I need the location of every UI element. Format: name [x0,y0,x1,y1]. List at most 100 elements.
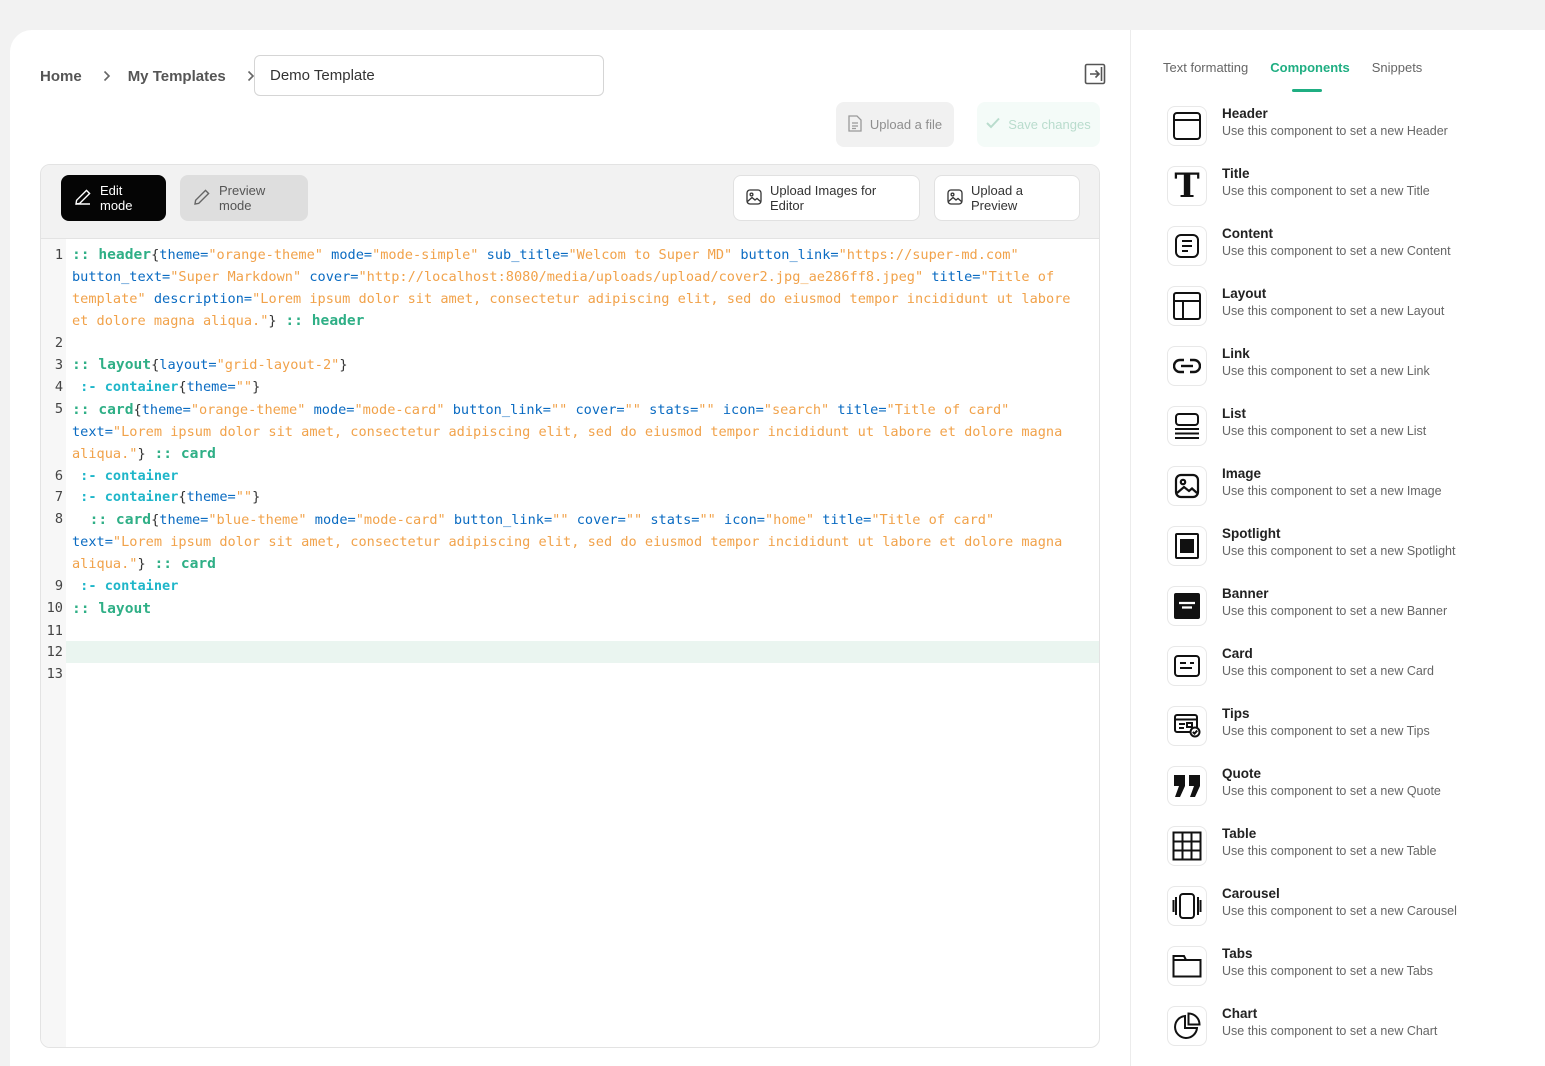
component-content[interactable]: Content Use this component to set a new … [1167,226,1527,274]
code-token: title= [829,402,887,418]
exit-icon[interactable] [1083,62,1107,86]
code-token: "" [624,402,641,418]
code-token: "orange-theme" [190,402,306,418]
breadcrumb-my-templates[interactable]: My Templates [128,68,226,85]
component-quote[interactable]: Quote Use this component to set a new Qu… [1167,766,1527,814]
image-icon [1167,466,1207,506]
code-token: "" [625,512,643,528]
component-card[interactable]: Card Use this component to set a new Car… [1167,646,1527,694]
code-area[interactable]: 1 2 3 4 5 6 7 8 9 10 11 12 13 :: header{… [41,239,1099,1047]
app-page: Home My Templates Upload a file [10,30,1545,1066]
component-carousel[interactable]: Carousel Use this component to set a new… [1167,886,1527,934]
upload-file-button[interactable]: Upload a file [836,102,954,147]
code-token: } [268,313,277,329]
components-sidebar: Text formatting Components Snippets Head… [1130,30,1545,1066]
component-tips[interactable]: Tips Use this component to set a new Tip… [1167,706,1527,754]
line-number: 4 [54,379,63,395]
line-number: 1 [54,247,63,263]
component-desc: Use this component to set a new Tips [1222,724,1430,738]
code-token: icon= [714,402,764,418]
code-token: } [339,357,348,373]
component-layout[interactable]: Layout Use this component to set a new L… [1167,286,1527,334]
component-banner[interactable]: Banner Use this component to set a new B… [1167,586,1527,634]
markdown-editor: Edit mode Preview mode Upload Images for… [40,164,1100,1048]
code-token: "Title of [980,269,1055,285]
line-number: 9 [54,578,63,594]
code-token: "" [552,512,569,528]
component-desc: Use this component to set a new Image [1222,484,1442,498]
image-icon [947,188,963,208]
component-desc: Use this component to set a new Layout [1222,304,1445,318]
line-number: 8 [54,511,63,527]
component-desc: Use this component to set a new Link [1222,364,1430,378]
code-token: aliqua." [72,446,138,462]
component-desc: Use this component to set a new Banner [1222,604,1448,618]
code-token: :: header [276,312,365,329]
code-token: "" [699,512,716,528]
component-table[interactable]: Table Use this component to set a new Ta… [1167,826,1527,874]
line-number: 12 [46,644,63,660]
component-chart[interactable]: Chart Use this component to set a new Ch… [1167,1006,1527,1054]
upload-preview-label: Upload a Preview [971,183,1024,213]
code-token: "https://super-md.com" [838,247,1019,263]
component-name: Content [1222,226,1273,241]
upload-preview-button[interactable]: Upload a Preview [934,175,1080,221]
code-line: :- container{theme=""} [72,376,260,398]
code-token: :: layout [72,600,152,617]
code-token: "search" [763,402,830,418]
active-line-highlight [66,641,1099,663]
code-token: "mode-card" [354,402,445,418]
edit-mode-button[interactable]: Edit mode [61,175,166,221]
upload-images-button[interactable]: Upload Images for Editor [733,175,920,221]
code-token: :: card [72,511,152,528]
breadcrumb-home[interactable]: Home [40,68,82,85]
preview-mode-label: Preview mode [219,183,266,213]
code-token: theme= [159,512,209,528]
tabs-icon [1167,946,1207,986]
code-token: icon= [715,512,765,528]
code-token: } [252,489,261,505]
code-token: "Welcom to Super MD" [568,247,733,263]
component-header[interactable]: Header Use this component to set a new H… [1167,106,1527,154]
line-number: 13 [46,666,63,682]
code-token: "Lorem ipsum dolor sit amet, consectetur… [252,291,1071,307]
component-name: Layout [1222,286,1267,301]
code-token: button_link= [445,512,553,528]
code-token: "Title of card" [871,512,995,528]
component-list[interactable]: List Use this component to set a new Lis… [1167,406,1527,454]
component-name: Table [1222,826,1257,841]
sidebar-tabs: Text formatting Components Snippets [1163,60,1422,92]
component-name: List [1222,406,1247,421]
breadcrumb: Home My Templates [40,55,272,97]
code-token: "" [235,489,253,505]
component-title[interactable]: T Title Use this component to set a new … [1167,166,1527,214]
component-desc: Use this component to set a new Table [1222,844,1437,858]
component-desc: Use this component to set a new Card [1222,664,1434,678]
template-name-input[interactable] [254,55,604,96]
code-line: :: card{theme="blue-theme" mode="mode-ca… [72,509,995,531]
tab-snippets[interactable]: Snippets [1372,60,1423,92]
component-desc: Use this component to set a new Chart [1222,1024,1438,1038]
code-token: "Super Markdown" [170,269,302,285]
component-name: Card [1222,646,1253,661]
component-link[interactable]: Link Use this component to set a new Lin… [1167,346,1527,394]
component-tabs[interactable]: Tabs Use this component to set a new Tab… [1167,946,1527,994]
code-token: cover= [567,402,625,418]
tab-components[interactable]: Components [1270,60,1350,92]
component-desc: Use this component to set a new Header [1222,124,1448,138]
component-spotlight[interactable]: Spotlight Use this component to set a ne… [1167,526,1527,574]
code-token: :- container [72,489,179,505]
preview-mode-button[interactable]: Preview mode [180,175,308,221]
tab-text-formatting[interactable]: Text formatting [1163,60,1248,92]
code-token: { [178,489,187,505]
component-image[interactable]: Image Use this component to set a new Im… [1167,466,1527,514]
code-token: :: card [145,555,216,572]
code-token: sub_title= [478,247,569,263]
code-line: text="Lorem ipsum dolor sit amet, consec… [72,421,1062,443]
component-name: Tabs [1222,946,1253,961]
save-changes-button[interactable]: Save changes [977,102,1100,147]
layout-icon [1167,286,1207,326]
code-token: mode= [305,402,355,418]
component-name: Carousel [1222,886,1280,901]
link-icon [1167,346,1207,386]
